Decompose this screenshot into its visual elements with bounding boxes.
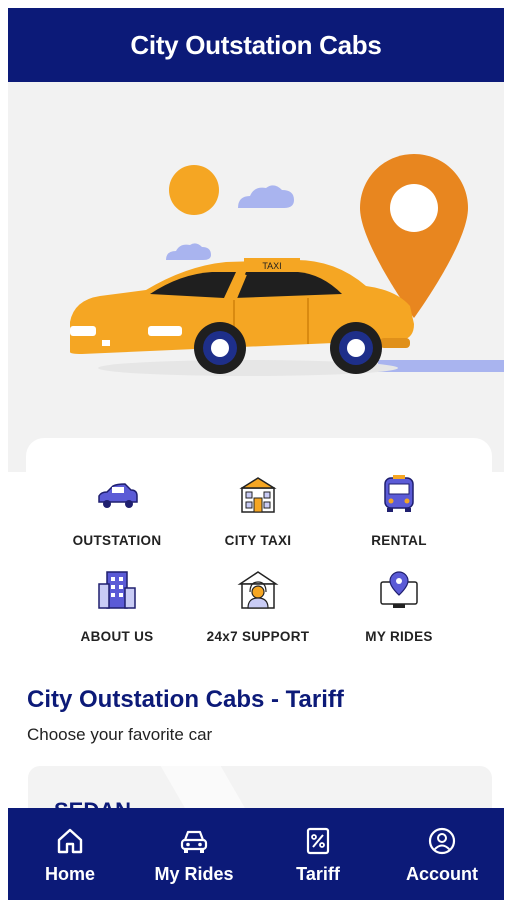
service-rental[interactable]: RENTAL: [319, 472, 479, 548]
support-agent-icon: [237, 571, 279, 609]
hero-illustration: TAXI: [8, 82, 504, 472]
service-label: 24x7 SUPPORT: [206, 629, 310, 644]
nav-my-rides[interactable]: My Rides: [132, 808, 256, 900]
percent-doc-icon: [306, 827, 330, 855]
taxi-illustration: TAXI: [70, 154, 504, 376]
nav-label: My Rides: [154, 864, 234, 884]
nav-account[interactable]: Account: [380, 808, 504, 900]
service-my-rides[interactable]: MY RIDES: [319, 568, 479, 644]
service-support[interactable]: 24x7 SUPPORT: [178, 568, 338, 644]
service-label: OUTSTATION: [72, 533, 162, 548]
map-pin-screen-icon: [380, 571, 418, 608]
nav-label: Tariff: [296, 864, 340, 884]
tariff-subtitle: Choose your favorite car: [27, 725, 213, 744]
car-icon: [98, 483, 138, 508]
cloud-shape: [238, 185, 294, 208]
home-icon: [57, 828, 83, 854]
building-icon: [239, 477, 277, 513]
nav-home[interactable]: Home: [8, 808, 132, 900]
nav-label: Home: [44, 864, 95, 884]
app-title: City Outstation Cabs: [130, 29, 382, 60]
sun-shape: [169, 165, 219, 215]
tariff-title: City Outstation Cabs - Tariff: [27, 686, 344, 713]
nav-tariff[interactable]: Tariff: [256, 808, 380, 900]
office-building-icon: [98, 571, 136, 609]
bus-icon: [384, 475, 414, 512]
service-outstation[interactable]: OUTSTATION: [37, 472, 197, 548]
nav-label: Account: [406, 864, 478, 884]
bottom-nav: Home My Rides Tariff Account: [8, 808, 504, 900]
service-city-taxi[interactable]: CITY TAXI: [178, 472, 338, 548]
service-label: CITY TAXI: [224, 533, 292, 548]
cloud-shape: [166, 243, 211, 260]
taxi-sign-text: TAXI: [262, 261, 281, 271]
app-header: City Outstation Cabs: [8, 8, 504, 82]
car-front-icon: [180, 830, 208, 853]
service-about-us[interactable]: ABOUT US: [37, 568, 197, 644]
service-label: ABOUT US: [80, 629, 154, 644]
user-circle-icon: [428, 827, 456, 855]
service-label: RENTAL: [371, 533, 427, 548]
service-label: MY RIDES: [365, 629, 433, 644]
